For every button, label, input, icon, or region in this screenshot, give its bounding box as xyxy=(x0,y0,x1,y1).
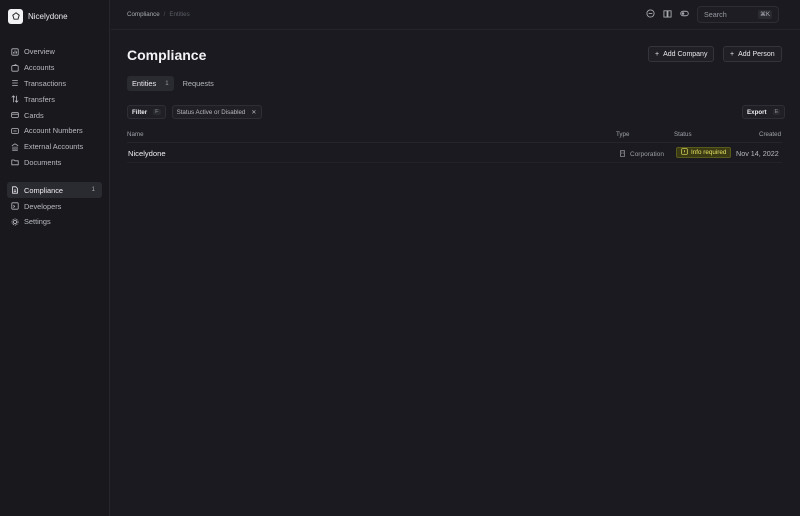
breadcrumb: Compliance / Entities xyxy=(127,11,190,18)
status-filter-label: Status Active or Disabled xyxy=(176,108,246,116)
plus-icon: + xyxy=(655,50,660,58)
sidebar-item-count: 1 xyxy=(91,187,95,194)
entities-table: Name Type Status Created Nicelydone Corp… xyxy=(127,126,782,163)
sidebar-item-account-numbers[interactable]: Account Numbers xyxy=(7,123,102,139)
tab-count: 1 xyxy=(165,80,169,87)
sidebar-item-label: Overview xyxy=(24,47,55,57)
sidebar-item-label: Accounts xyxy=(24,63,55,73)
add-person-label: Add Person xyxy=(738,50,775,58)
search-input[interactable]: Search ⌘K xyxy=(697,6,779,23)
sidebar-item-documents[interactable]: Documents xyxy=(7,155,102,171)
filter-label: Filter xyxy=(132,108,148,116)
column-header-type[interactable]: Type xyxy=(616,131,629,138)
brand-name: Nicelydone xyxy=(28,11,68,21)
entity-name[interactable]: Nicelydone xyxy=(128,149,166,158)
sidebar-item-label: Transactions xyxy=(24,78,67,88)
search-shortcut: ⌘K xyxy=(757,10,772,19)
column-header-status[interactable]: Status xyxy=(674,131,692,138)
toolbar-icons xyxy=(646,9,689,18)
breadcrumb-current: Entities xyxy=(169,11,190,18)
brand[interactable]: Nicelydone xyxy=(8,8,68,24)
book-icon[interactable] xyxy=(663,9,672,18)
status-badge: Info required xyxy=(676,147,732,158)
transfer-arrows-icon xyxy=(11,95,19,104)
status-filter-chip[interactable]: Status Active or Disabled ✕ xyxy=(171,105,262,119)
sidebar-item-compliance[interactable]: Compliance 1 xyxy=(7,182,102,199)
table-row[interactable]: Nicelydone Corporation Info required Nov… xyxy=(127,143,782,163)
tab-label: Entities xyxy=(132,79,157,88)
overview-icon xyxy=(11,48,19,56)
sidebar-item-label: Account Numbers xyxy=(24,126,83,136)
filter-shortcut: F xyxy=(153,109,161,115)
add-company-label: Add Company xyxy=(663,50,708,58)
created-date: Nov 14, 2022 xyxy=(736,149,779,158)
sidebar-item-transfers[interactable]: Transfers xyxy=(7,91,102,107)
sidebar-item-settings[interactable]: Settings xyxy=(7,214,102,230)
breadcrumb-separator: / xyxy=(163,11,166,18)
sidebar-item-label: Cards xyxy=(24,110,44,120)
breadcrumb-parent[interactable]: Compliance xyxy=(127,11,160,18)
sidebar-item-overview[interactable]: Overview xyxy=(7,44,102,60)
sidebar-item-label: Transfers xyxy=(24,94,55,104)
entity-type: Corporation xyxy=(619,150,664,159)
add-company-button[interactable]: + Add Company xyxy=(648,46,715,62)
export-label: Export xyxy=(747,108,767,116)
card-icon xyxy=(11,112,19,118)
sidebar-item-cards[interactable]: Cards xyxy=(7,107,102,123)
export-button[interactable]: Export E xyxy=(742,105,786,119)
filter-button[interactable]: Filter F xyxy=(127,105,166,119)
sidebar-item-external-accounts[interactable]: External Accounts xyxy=(7,139,102,155)
plus-icon: + xyxy=(730,50,735,58)
column-header-name[interactable]: Name xyxy=(127,131,144,138)
nav-divider xyxy=(7,170,102,182)
topbar: Compliance / Entities Search ⌘K xyxy=(111,0,800,30)
main-content: Compliance + Add Company + Add Person En… xyxy=(111,30,800,516)
terminal-icon xyxy=(11,202,19,210)
sidebar-nav: Overview Accounts Transactions Transfers… xyxy=(7,44,102,230)
document-icon xyxy=(12,186,18,194)
chat-icon[interactable] xyxy=(646,9,655,18)
add-person-button[interactable]: + Add Person xyxy=(723,46,782,62)
bank-icon xyxy=(11,143,19,151)
status-label: Info required xyxy=(691,149,727,156)
sidebar-item-accounts[interactable]: Accounts xyxy=(7,60,102,76)
building-icon xyxy=(619,150,626,159)
sidebar-item-developers[interactable]: Developers xyxy=(7,198,102,214)
wallet-icon xyxy=(11,63,19,72)
folder-icon xyxy=(11,160,19,166)
search-placeholder: Search xyxy=(704,10,727,19)
warning-icon xyxy=(681,148,688,157)
logo-icon xyxy=(8,8,23,24)
column-header-created[interactable]: Created xyxy=(759,131,781,138)
page-title: Compliance xyxy=(127,47,207,63)
gear-icon xyxy=(11,218,19,226)
close-icon[interactable]: ✕ xyxy=(251,109,256,116)
sidebar-item-label: Settings xyxy=(24,217,51,227)
sidebar-item-label: Compliance xyxy=(24,185,64,195)
table-header: Name Type Status Created xyxy=(127,126,782,143)
tab-entities[interactable]: Entities 1 xyxy=(127,76,174,91)
sidebar-item-transactions[interactable]: Transactions xyxy=(7,76,102,92)
sidebar: Nicelydone Overview Accounts Transaction… xyxy=(0,0,110,516)
toggle-icon[interactable] xyxy=(680,9,689,18)
sidebar-item-label: Developers xyxy=(24,201,62,211)
sidebar-item-label: External Accounts xyxy=(24,142,84,152)
tab-requests[interactable]: Requests xyxy=(178,76,219,91)
export-shortcut: E xyxy=(772,109,781,115)
hash-card-icon xyxy=(11,128,19,134)
tabs: Entities 1 Requests xyxy=(127,76,219,91)
filters: Filter F Status Active or Disabled ✕ xyxy=(127,105,262,119)
tab-label: Requests xyxy=(182,79,214,88)
list-icon xyxy=(12,80,18,87)
sidebar-item-label: Documents xyxy=(24,157,62,167)
entity-type-label: Corporation xyxy=(630,151,664,158)
